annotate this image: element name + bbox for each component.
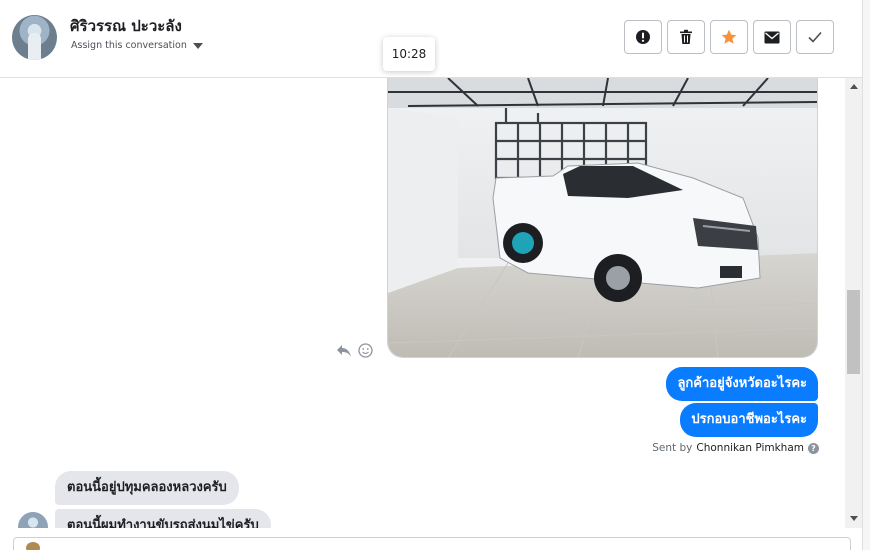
message-composer[interactable] xyxy=(13,537,851,550)
timestamp-tooltip: 10:28 xyxy=(383,37,435,71)
composer-avatar xyxy=(26,542,40,550)
message-reactions xyxy=(336,343,373,358)
incoming-message[interactable]: ตอนนี้ผมทำงานขับรถส่งนมไข่ครับ xyxy=(55,509,271,528)
scroll-down-arrow-icon[interactable] xyxy=(850,516,858,521)
delete-button[interactable] xyxy=(667,20,705,54)
smiley-icon[interactable] xyxy=(358,343,373,358)
sent-by-prefix: Sent by xyxy=(652,442,693,454)
incoming-message[interactable]: ตอนนี้อยู่ปทุมคลองหลวงครับ xyxy=(55,471,239,505)
truck-photo xyxy=(388,78,817,357)
exclamation-icon xyxy=(636,30,650,44)
contact-name[interactable]: ศิริวรรณ ปะวะลัง xyxy=(70,14,182,38)
trash-icon xyxy=(680,29,692,44)
sent-by-agent: Chonnikan Pimkham xyxy=(696,442,804,454)
outgoing-message[interactable]: ลูกค้าอยู่จังหวัดอะไรคะ xyxy=(666,367,818,401)
assign-label: Assign this conversation xyxy=(71,40,187,51)
contact-avatar[interactable] xyxy=(12,15,57,60)
mark-done-button[interactable] xyxy=(796,20,834,54)
truck-photo-attachment[interactable] xyxy=(387,78,818,358)
help-icon[interactable]: ? xyxy=(808,442,819,454)
conversation-actions xyxy=(624,20,834,54)
scroll-up-arrow-icon[interactable] xyxy=(850,84,858,89)
assign-conversation-dropdown[interactable]: Assign this conversation xyxy=(71,40,203,51)
message-thread[interactable]: ลูกค้าอยู่จังหวัดอะไรคะ ปรกอบอาชีพอะไรคะ… xyxy=(0,78,845,528)
caret-down-icon xyxy=(192,42,203,49)
reply-icon[interactable] xyxy=(336,344,352,358)
mark-unread-button[interactable] xyxy=(753,20,791,54)
envelope-icon xyxy=(764,31,780,43)
outgoing-message[interactable]: ปรกอบอาชีพอะไรคะ xyxy=(680,403,818,437)
right-panel-edge xyxy=(862,0,870,550)
star-button[interactable] xyxy=(710,20,748,54)
star-icon xyxy=(721,29,737,44)
mark-spam-button[interactable] xyxy=(624,20,662,54)
checkmark-icon xyxy=(808,31,822,43)
scroll-thumb[interactable] xyxy=(847,290,860,374)
sender-avatar xyxy=(18,512,48,528)
sent-by-info: Sent by Chonnikan Pimkham ? xyxy=(652,442,819,454)
thread-scrollbar[interactable] xyxy=(845,78,862,528)
